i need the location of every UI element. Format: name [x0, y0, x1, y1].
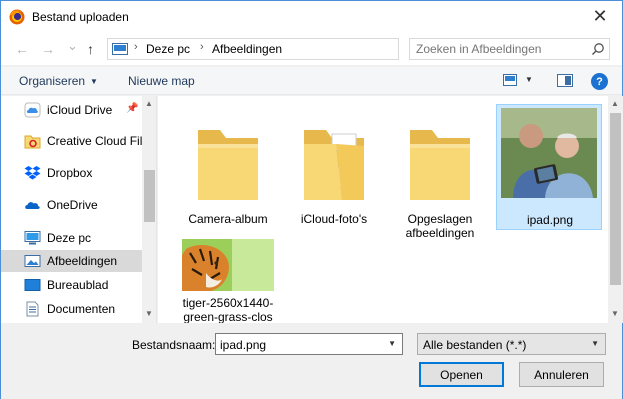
- file-item-tiger-image[interactable]: tiger-2560x1440-green-grass-clos: [178, 236, 278, 323]
- window-title: Bestand uploaden: [32, 10, 129, 24]
- close-icon: ✕: [592, 5, 608, 26]
- filename-label: Bestandsnaam:: [132, 338, 216, 352]
- onedrive-icon: [25, 202, 40, 209]
- sidebar-item-label: Documenten: [47, 302, 116, 316]
- firefox-icon: [9, 9, 25, 25]
- file-upload-dialog: Bestand uploaden ✕ ← → ⌄ ↑ › Deze pc › A…: [0, 0, 623, 399]
- sidebar-scroll-thumb[interactable]: [144, 170, 155, 222]
- folder-with-files-icon: [304, 130, 364, 200]
- file-list: Camera-album iCloud-foto's Opgeslagen af…: [158, 96, 608, 323]
- tiger-image-thumbnail: [182, 239, 274, 291]
- sidebar-item-label: Afbeeldingen: [47, 254, 118, 268]
- new-folder-button[interactable]: Nieuwe map: [128, 74, 195, 88]
- file-name: iCloud-foto's: [300, 212, 368, 226]
- preview-pane-icon[interactable]: [557, 74, 573, 87]
- file-name: tiger-2560x1440-green-grass-clos: [182, 296, 274, 323]
- file-type-value: Alle bestanden (*.*): [423, 338, 527, 352]
- file-name: Camera-album: [188, 212, 268, 226]
- sidebar-item-afbeeldingen[interactable]: Afbeeldingen: [1, 250, 142, 272]
- caret-down-icon: ▼: [90, 77, 98, 86]
- organize-menu[interactable]: Organiseren ▼: [19, 74, 98, 88]
- sidebar-item-dropbox[interactable]: Dropbox: [1, 162, 142, 184]
- file-item-icloud-fotos[interactable]: iCloud-foto's: [284, 104, 384, 230]
- sidebar-item-label: Creative Cloud Fil: [47, 134, 143, 148]
- open-button[interactable]: Openen: [419, 362, 504, 387]
- help-icon[interactable]: ?: [591, 73, 608, 90]
- scroll-up-icon[interactable]: ▲: [145, 99, 153, 108]
- view-options-icon[interactable]: [503, 74, 517, 86]
- chevron-down-icon[interactable]: ▼: [388, 339, 396, 348]
- sidebar-item-label: Deze pc: [47, 231, 92, 245]
- computer-icon: [24, 231, 41, 245]
- desktop-icon: [24, 279, 41, 291]
- file-name: ipad.png: [526, 213, 574, 227]
- breadcrumb-separator: ›: [134, 41, 138, 53]
- sidebar-item-label: OneDrive: [47, 198, 98, 212]
- sidebar-item-bureaublad[interactable]: Bureaublad: [1, 274, 142, 296]
- file-item-ipad-png[interactable]: ipad.png: [496, 104, 602, 230]
- sidebar-item-label: iCloud Drive: [47, 103, 113, 117]
- sidebar-item-deze-pc[interactable]: Deze pc: [1, 227, 142, 249]
- search-input[interactable]: [416, 41, 576, 57]
- title-bar: Bestand uploaden ✕: [1, 1, 622, 33]
- breadcrumb-afbeeldingen[interactable]: Afbeeldingen: [212, 42, 282, 56]
- breadcrumb-separator: ›: [200, 41, 204, 53]
- content-scroll-thumb[interactable]: [610, 113, 621, 285]
- folder-icon: [198, 130, 258, 200]
- up-folder-icon[interactable]: ↑: [87, 41, 94, 57]
- creative-cloud-folder-icon: [24, 135, 41, 149]
- cancel-button[interactable]: Annuleren: [519, 362, 604, 387]
- sidebar-item-label: Dropbox: [47, 166, 93, 180]
- icloud-icon: [24, 102, 41, 118]
- documents-icon: [26, 301, 39, 317]
- pin-icon: 📌: [126, 103, 139, 114]
- address-bar[interactable]: › Deze pc › Afbeeldingen ⌄ ↻: [107, 38, 497, 60]
- close-button[interactable]: ✕: [580, 1, 620, 31]
- organize-label: Organiseren: [19, 74, 86, 88]
- forward-icon[interactable]: →: [41, 41, 55, 57]
- file-item-camera-album[interactable]: Camera-album: [178, 104, 278, 230]
- view-caret-icon[interactable]: ▼: [525, 75, 533, 84]
- search-box[interactable]: [409, 38, 610, 60]
- sidebar-item-label: Bureaublad: [47, 278, 109, 292]
- sidebar-item-creative-cloud-files[interactable]: Creative Cloud Fil: [1, 130, 142, 152]
- dropbox-icon: [24, 166, 41, 180]
- filename-combobox[interactable]: ▼: [215, 333, 403, 355]
- pictures-icon: [24, 255, 41, 267]
- chevron-down-icon: ▼: [591, 339, 599, 348]
- folder-icon: [410, 130, 470, 200]
- sidebar-item-onedrive[interactable]: OneDrive: [1, 194, 142, 216]
- back-icon[interactable]: ←: [15, 41, 29, 57]
- breadcrumb-deze-pc[interactable]: Deze pc: [146, 42, 190, 56]
- navigation-pane: iCloud Drive 📌 Creative Cloud Fil Dropbo…: [1, 96, 157, 323]
- recent-locations-icon[interactable]: ⌄: [67, 38, 78, 54]
- sidebar-item-icloud-drive[interactable]: iCloud Drive 📌: [1, 99, 142, 121]
- command-bar: Organiseren ▼ Nieuwe map ▼ ?: [1, 67, 622, 95]
- sidebar-item-documenten[interactable]: Documenten: [1, 298, 142, 320]
- scroll-up-icon[interactable]: ▲: [611, 99, 619, 108]
- filename-field[interactable]: [220, 337, 380, 352]
- search-icon: [591, 43, 604, 56]
- file-type-filter[interactable]: Alle bestanden (*.*) ▼: [417, 333, 606, 355]
- scroll-down-icon[interactable]: ▼: [611, 309, 619, 318]
- scroll-down-icon[interactable]: ▼: [145, 309, 153, 318]
- ipad-image-thumbnail: [501, 108, 597, 198]
- file-item-opgeslagen-afbeeldingen[interactable]: Opgeslagen afbeeldingen: [390, 104, 490, 240]
- file-name: Opgeslagen afbeeldingen: [405, 212, 475, 240]
- pc-address-icon: [112, 43, 128, 55]
